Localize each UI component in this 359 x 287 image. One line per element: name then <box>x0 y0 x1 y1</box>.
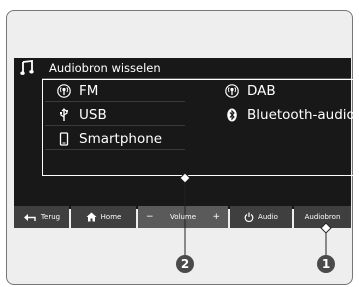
callout-pointers <box>179 172 332 258</box>
callout-badge-2: 2 <box>176 255 194 273</box>
callout-badge-1: 1 <box>317 255 335 273</box>
